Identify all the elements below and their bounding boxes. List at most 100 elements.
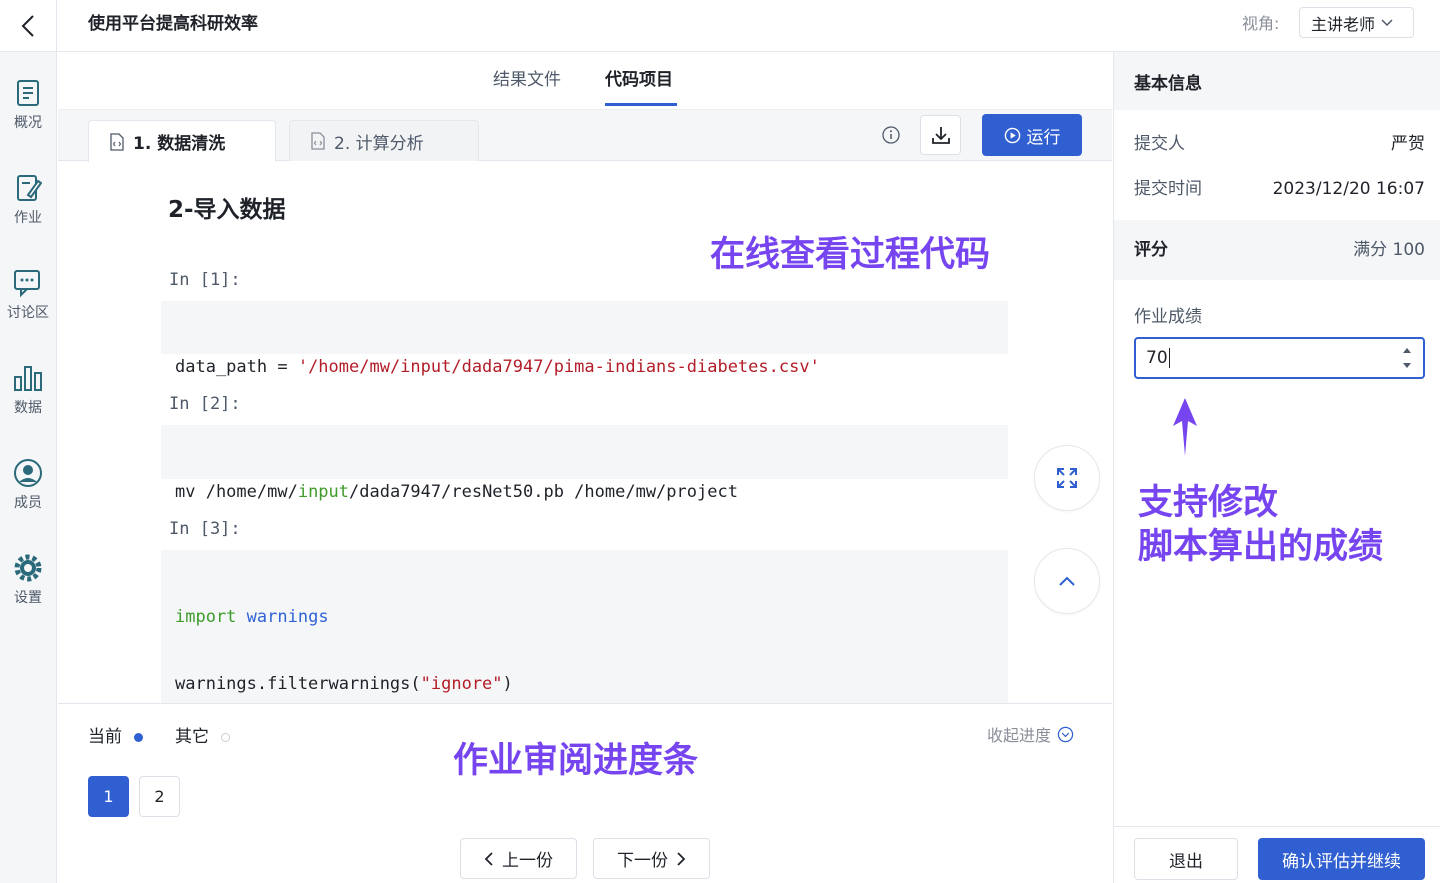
sidebar-item-settings[interactable]: 设置: [0, 553, 56, 633]
prev-label: 上一份: [502, 851, 553, 871]
sidebar-item-label: 数据: [14, 400, 42, 416]
basic-info-title: 基本信息: [1134, 74, 1202, 94]
prev-submission-button[interactable]: 上一份: [460, 838, 577, 879]
top-tabs: 结果文件 代码项目: [58, 52, 1112, 110]
basic-info-header: 基本信息: [1114, 52, 1440, 110]
sidebar-item-label: 成员: [14, 495, 42, 511]
page-button-2[interactable]: 2: [139, 776, 180, 817]
annotation-grade-1: 支持修改: [1138, 483, 1279, 523]
chevron-left-icon: [21, 15, 34, 37]
download-icon: [931, 127, 950, 144]
main-area: 结果文件 代码项目 1. 数据清洗 2. 计算分析 运行 2-导入数据 在线查看…: [58, 52, 1112, 883]
data-icon: [14, 366, 42, 391]
sidebar-item-data[interactable]: 数据: [0, 363, 56, 443]
code-line: data_path = '/home/mw/input/dada7947/pim…: [175, 357, 820, 377]
code-file-icon: [310, 132, 326, 150]
submitter-row: 提交人 严贺: [1134, 132, 1425, 156]
score-label: 评分: [1134, 240, 1168, 260]
sidebar-item-assignment[interactable]: 作业: [0, 173, 56, 253]
discussion-icon: [14, 270, 40, 298]
info-icon[interactable]: [880, 124, 902, 146]
code-line: mv /home/mw/input/dada7947/resNet50.pb /…: [175, 482, 738, 502]
tab-code-project[interactable]: 代码项目: [605, 68, 673, 92]
chevron-down-icon: [1381, 18, 1393, 27]
run-button[interactable]: 运行: [982, 114, 1082, 156]
legend-current: 当前: [88, 725, 143, 749]
sidebar-item-discussion[interactable]: 讨论区: [0, 268, 56, 348]
right-panel: 基本信息 提交人 严贺 提交时间 2023/12/20 16:07 评分 满分 …: [1113, 52, 1440, 883]
next-label: 下一份: [617, 851, 668, 871]
page-button-1[interactable]: 1: [88, 776, 129, 817]
code-file-icon: [109, 132, 125, 151]
number-stepper[interactable]: [1401, 347, 1413, 369]
grade-label: 作业成绩: [1134, 307, 1202, 327]
legend-other: 其它: [175, 725, 230, 749]
caret-down-icon: [1403, 363, 1411, 368]
submitter-label: 提交人: [1134, 134, 1185, 154]
next-submission-button[interactable]: 下一份: [593, 838, 710, 879]
caret-up-icon: [1403, 348, 1411, 353]
notebook-heading: 2-导入数据: [168, 197, 286, 223]
code-cell[interactable]: import warnings warnings.filterwarnings(…: [161, 550, 1008, 754]
top-bar: 使用平台提高科研效率 视角: 主讲老师: [0, 0, 1440, 52]
file-tab-data-cleaning[interactable]: 1. 数据清洗: [88, 120, 276, 162]
submitter-value: 严贺: [1391, 134, 1425, 154]
code-cell[interactable]: data_path = '/home/mw/input/dada7947/pim…: [161, 301, 1008, 377]
code-line: warnings.filterwarnings("ignore"): [175, 674, 513, 694]
legend-other-label: 其它: [175, 727, 209, 747]
scroll-up-button[interactable]: [1034, 548, 1100, 614]
file-tab-analysis[interactable]: 2. 计算分析: [289, 120, 479, 161]
sidebar-item-label: 讨论区: [7, 305, 49, 321]
annotation-grade-2: 脚本算出的成绩: [1138, 527, 1384, 567]
cell-prompt: In [1]:: [169, 270, 241, 290]
grade-input[interactable]: 70: [1134, 337, 1425, 379]
sidebar-item-overview[interactable]: 概况: [0, 78, 56, 158]
arrow-up-icon: [1173, 398, 1197, 456]
run-button-label: 运行: [1026, 127, 1061, 148]
sidebar-item-label: 概况: [14, 115, 42, 131]
tab-result-files[interactable]: 结果文件: [493, 68, 561, 92]
exit-button[interactable]: 退出: [1134, 838, 1238, 880]
score-header: 评分 满分 100: [1114, 220, 1440, 280]
assignment-icon: [17, 175, 42, 201]
chevron-down-circle-icon: [1057, 726, 1074, 743]
grade-value: 70: [1146, 348, 1168, 368]
annotation-code: 在线查看过程代码: [710, 235, 991, 275]
notebook-viewer: 2-导入数据 在线查看过程代码 In [1]: data_path = '/ho…: [58, 162, 1112, 754]
submit-time-label: 提交时间: [1134, 179, 1202, 199]
other-dot-icon: [221, 732, 230, 742]
text-cursor: [1168, 348, 1170, 368]
view-select-value: 主讲老师: [1311, 14, 1376, 34]
view-select[interactable]: 主讲老师: [1299, 7, 1414, 38]
annotation-progress: 作业审阅进度条: [453, 741, 699, 781]
full-score: 满分 100: [1353, 240, 1425, 260]
fullscreen-button[interactable]: [1034, 445, 1100, 511]
collapse-progress-button[interactable]: 收起进度: [987, 722, 1074, 746]
play-circle-icon: [1004, 127, 1021, 144]
file-tab-label: 2. 计算分析: [334, 133, 424, 154]
chevron-right-icon: [677, 851, 686, 866]
score-row: 评分 满分 100: [1134, 238, 1425, 262]
download-button[interactable]: [920, 115, 961, 155]
chevron-up-icon: [1059, 576, 1075, 586]
expand-icon: [1057, 468, 1077, 488]
overview-icon: [17, 80, 39, 106]
back-button[interactable]: [0, 0, 57, 52]
confirm-continue-button[interactable]: 确认评估并继续: [1258, 838, 1425, 880]
view-label: 视角:: [1242, 14, 1280, 33]
right-panel-footer: 退出 确认评估并继续: [1114, 826, 1440, 883]
code-cell[interactable]: mv /home/mw/input/dada7947/resNet50.pb /…: [161, 425, 1008, 502]
file-tab-label: 1. 数据清洗: [133, 134, 226, 154]
code-line: import warnings: [175, 607, 329, 627]
review-progress-panel: 当前 其它 作业审阅进度条 收起进度 1 2 上一份 下一份: [58, 703, 1112, 883]
collapse-label: 收起进度: [987, 726, 1052, 745]
chevron-left-icon: [484, 851, 493, 866]
submit-time-row: 提交时间 2023/12/20 16:07: [1134, 177, 1425, 201]
sidebar-item-members[interactable]: 成员: [0, 458, 56, 538]
sidebar-item-label: 设置: [14, 590, 42, 606]
sidebar-item-label: 作业: [14, 210, 42, 226]
cell-prompt: In [2]:: [169, 394, 241, 414]
page-title: 使用平台提高科研效率: [88, 14, 258, 34]
member-icon: [14, 459, 42, 487]
sidebar: 概况 作业 讨论区 数据 成员 设置: [0, 52, 57, 883]
